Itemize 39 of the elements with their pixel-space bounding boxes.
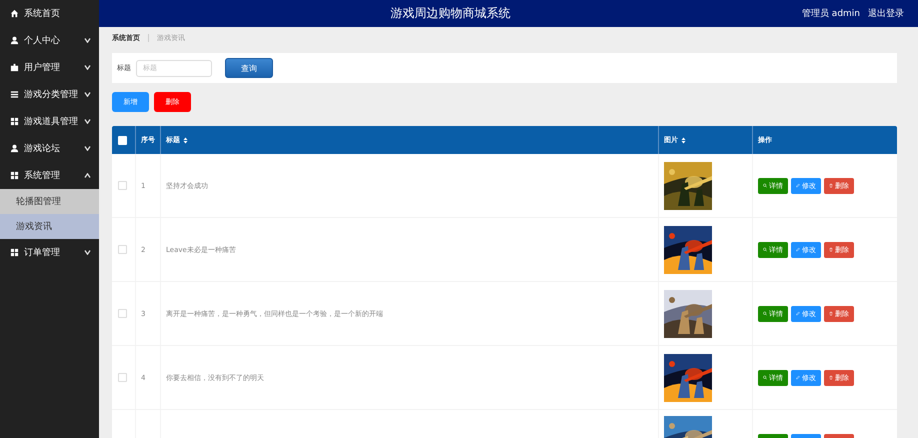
user-icon bbox=[10, 36, 19, 45]
grid-icon bbox=[10, 171, 19, 180]
submenu-item[interactable]: 轮播图管理 bbox=[0, 189, 99, 214]
checkbox[interactable] bbox=[118, 309, 127, 318]
search-icon bbox=[763, 246, 767, 253]
sidebar-item[interactable]: 用户管理 bbox=[0, 54, 99, 81]
grid-icon bbox=[10, 117, 19, 126]
home-icon bbox=[10, 9, 19, 18]
sort-icon[interactable] bbox=[183, 136, 188, 144]
user-label: 管理员 admin bbox=[802, 8, 860, 20]
sidebar-item[interactable]: 游戏道具管理 bbox=[0, 108, 99, 135]
sidebar-item[interactable]: 系统首页 bbox=[0, 0, 99, 27]
sort-icon[interactable] bbox=[681, 136, 686, 144]
user-icon bbox=[10, 144, 19, 153]
trash-icon bbox=[829, 374, 833, 381]
pencil-icon bbox=[796, 310, 800, 317]
query-button[interactable]: 查询 bbox=[225, 58, 273, 78]
search-icon bbox=[763, 374, 767, 381]
trash-icon bbox=[829, 246, 833, 253]
app-title: 游戏周边购物商城系统 bbox=[389, 5, 512, 22]
search-icon bbox=[763, 310, 767, 317]
list-icon bbox=[10, 90, 19, 99]
pencil-icon bbox=[796, 246, 800, 253]
pencil-icon bbox=[796, 182, 800, 189]
search-icon bbox=[763, 182, 767, 189]
checkbox[interactable] bbox=[118, 181, 127, 190]
sidebar-item[interactable]: 游戏论坛 bbox=[0, 135, 99, 162]
checkbox[interactable] bbox=[118, 245, 127, 254]
logout-link[interactable]: 退出登录 bbox=[868, 7, 904, 20]
trash-icon bbox=[829, 310, 833, 317]
submenu-item[interactable]: 游戏资讯 bbox=[0, 214, 99, 239]
trash-icon bbox=[829, 182, 833, 189]
pencil-icon bbox=[796, 374, 800, 381]
sidebar-item[interactable]: 游戏分类管理 bbox=[0, 81, 99, 108]
grid-icon bbox=[10, 248, 19, 257]
sidebar-item[interactable]: 个人中心 bbox=[0, 27, 99, 54]
checkbox[interactable] bbox=[118, 373, 127, 382]
sidebar-item[interactable]: 系统管理 bbox=[0, 162, 99, 189]
sidebar-item[interactable]: 订单管理 bbox=[0, 239, 99, 266]
